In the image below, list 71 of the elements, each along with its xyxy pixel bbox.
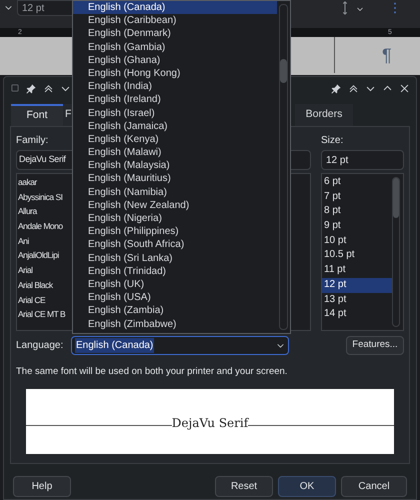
list-item[interactable]: 6 pt [322,175,392,190]
field-label: Language: [16,338,64,352]
list-item[interactable]: 11 pt [322,263,392,278]
dropdown-item[interactable]: English (Ireland) [73,93,277,106]
language-combo[interactable]: English (Canada) [71,336,289,354]
dropdown-item[interactable]: English (Nigeria) [73,212,277,226]
dialog-button[interactable]: Reset [215,476,273,497]
list-item[interactable]: Arial CE [18,292,46,308]
pilcrow-mark: ¶ [382,45,392,65]
list-item[interactable]: 14 pt [322,307,392,322]
dropdown-item[interactable]: English (New Zealand) [73,198,277,212]
note-text: The same font will be used on both your printer and your screen. [16,366,288,378]
list-item[interactable]: 8 pt [322,204,392,220]
tab[interactable]: Font [11,104,63,126]
list-item[interactable]: 13 pt [322,292,392,308]
list-item[interactable]: 9 pt [322,219,392,234]
dropdown-item[interactable]: English (Hong Kong) [73,66,277,80]
list-item[interactable]: Arial Black [18,278,53,292]
dropdown-item[interactable]: English (Malaysia) [73,159,277,172]
field-label: Size: [321,134,344,148]
list-item[interactable]: Andale Mono [18,219,63,234]
dropdown-item[interactable]: English (Caribbean) [73,14,277,28]
list-item[interactable]: 12 pt [322,278,392,292]
dropdown-item[interactable]: English (Mauritius) [73,172,277,186]
caret-icon[interactable] [356,5,364,13]
font-size-combo[interactable]: 12 pt [17,0,75,16]
dropdown-item[interactable]: English (Kenya) [73,132,277,146]
dropdown-item[interactable]: English (Ghana) [73,54,277,67]
scrollbar-thumb[interactable] [280,59,287,83]
list-item[interactable]: Allura [18,204,37,220]
dropdown-item[interactable]: English (UK) [73,278,277,292]
list-item[interactable]: aakar [18,175,37,190]
pin-icon[interactable] [331,82,342,94]
size-field[interactable]: 12 pt [321,150,404,170]
dropdown-item[interactable]: English (USA) [73,291,277,304]
dialog-button[interactable]: Help [13,476,71,497]
double-chevron-up-icon[interactable] [43,82,54,94]
list-item[interactable]: Arial [18,263,33,278]
pin-icon[interactable] [26,82,37,94]
field-label: Family: [16,134,48,148]
size-list[interactable]: 6 pt 7 pt 8 pt 9 pt 10 pt 10.5 pt 11 pt 12 pt 13 pt 14 pt [321,173,404,331]
list-item[interactable]: 7 pt [322,190,392,204]
dropdown-item[interactable]: English (India) [73,80,277,94]
list-item[interactable]: Abyssinica SI [18,190,63,204]
list-item[interactable]: 10.5 pt [322,248,392,264]
list-item[interactable]: Ani [18,234,29,248]
dropdown-item[interactable]: English (Zimbabwe) [73,318,277,331]
dropdown-item[interactable]: English (Zambia) [73,304,277,318]
dialog-button[interactable]: OK [278,476,336,497]
window-icon[interactable] [10,83,20,93]
dropdown-item[interactable]: English (Jamaica) [73,120,277,133]
dropdown-item[interactable]: English (Sri Lanka) [73,252,277,265]
dropdown-item[interactable]: English (Gambia) [73,40,277,54]
features-button[interactable]: Features... [346,336,404,354]
dialog-button[interactable]: Cancel [341,476,407,497]
dropdown-item[interactable]: English (Philippines) [73,225,277,238]
double-chevron-up-icon[interactable] [348,82,359,94]
list-item[interactable]: 10 pt [322,234,392,248]
dropdown-item[interactable]: English (Israel) [73,106,277,120]
dropdown-item[interactable]: English (Malawi) [73,146,277,160]
dropdown-item[interactable]: English (Canada) [73,1,277,14]
list-item[interactable]: Arial CE MT B [18,307,66,322]
close-icon[interactable] [399,82,410,94]
tab[interactable]: Borders [295,104,353,126]
scrollbar-thumb[interactable] [393,178,399,218]
list-item[interactable]: AnjaliOldLipi [18,248,59,264]
dropdown-item[interactable]: English (South Africa) [73,238,277,252]
dropdown-item[interactable]: English (Trinidad) [73,264,277,278]
language-dropdown-menu[interactable] [72,0,291,334]
dropdown-item[interactable]: English (Namibia) [73,186,277,199]
dropdown-item[interactable]: English (Denmark) [73,27,277,41]
